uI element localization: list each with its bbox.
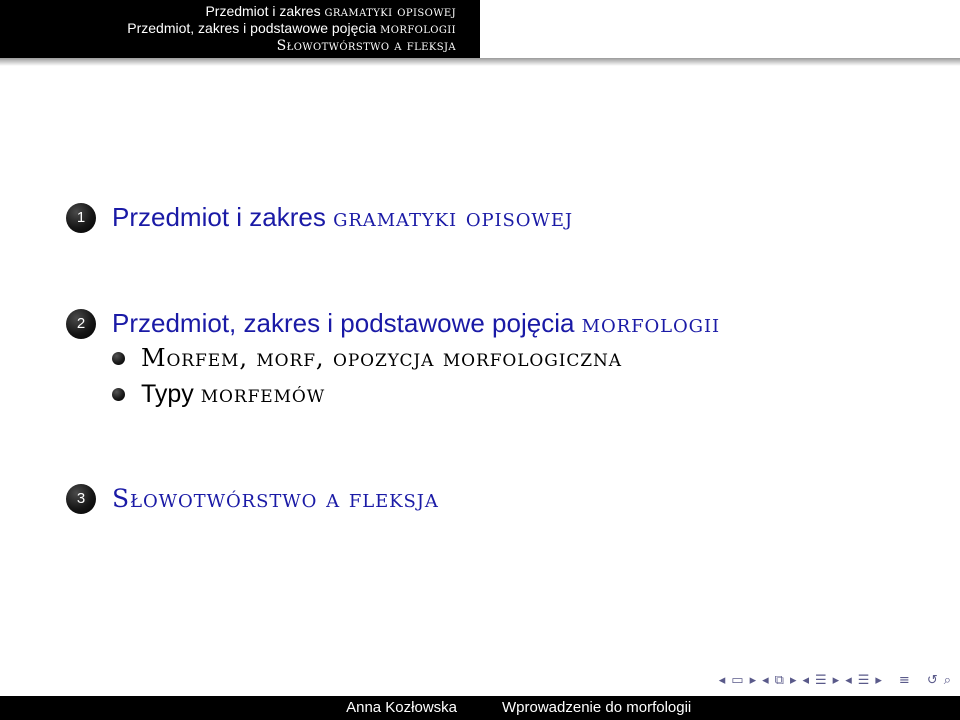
footer-bar: Anna Kozłowska Wprowadzenie do morfologi…	[0, 696, 960, 720]
outline-icon[interactable]: ≡	[899, 673, 910, 688]
section-title-smallcaps: gramatyki opisowej	[333, 203, 573, 232]
subsection-title: Morfem, morf, opozycja morfologiczna	[141, 344, 622, 373]
nav-right-arrow-icon[interactable]: ▸	[833, 673, 840, 688]
toc-section-1[interactable]: 1 Przedmiot i zakres gramatyki opisowej	[66, 202, 573, 233]
nav-left-arrow-icon[interactable]: ◂	[762, 673, 769, 688]
section-icon[interactable]: ☰	[858, 673, 870, 688]
footer-author: Anna Kozłowska	[346, 699, 457, 716]
nav-right-arrow-icon[interactable]: ▸	[790, 673, 797, 688]
section-title: Słowotwórstwo a fleksja	[112, 483, 439, 514]
section-title-smallcaps: Słowotwórstwo a fleksja	[112, 484, 439, 513]
slide-icon[interactable]: ▭	[731, 673, 743, 688]
section-title: Przedmiot, zakres i podstawowe pojęcia m…	[112, 308, 720, 339]
toc-section-3[interactable]: 3 Słowotwórstwo a fleksja	[66, 483, 439, 514]
footer-title: Wprowadzenie do morfologii	[502, 699, 692, 716]
section-number: 3	[76, 490, 86, 507]
nav-right-arrow-icon[interactable]: ▸	[875, 673, 882, 688]
section-title-smallcaps: morfologii	[581, 309, 720, 338]
toc-subsection-2-2[interactable]: Typy morfemów	[112, 380, 325, 409]
section-number: 1	[76, 209, 86, 226]
nav-left-arrow-icon[interactable]: ◂	[719, 673, 726, 688]
section-number-ball: 3	[66, 483, 96, 514]
section-number: 2	[76, 315, 86, 332]
section-title-text: Przedmiot, zakres i podstawowe pojęcia	[112, 308, 582, 338]
frame-icon[interactable]: ⧉	[775, 673, 784, 688]
section-title: Przedmiot i zakres gramatyki opisowej	[112, 202, 573, 233]
search-icon[interactable]: ⌕	[944, 673, 951, 688]
bullet-ball-icon	[112, 352, 125, 365]
navigation-symbols: ◂ ▭ ▸ ◂ ⧉ ▸ ◂ ☰ ▸ ◂ ☰ ▸ ≡ ↺ ⌕	[716, 668, 954, 692]
table-of-contents: 1 Przedmiot i zakres gramatyki opisowej …	[0, 0, 960, 660]
nav-left-arrow-icon[interactable]: ◂	[845, 673, 852, 688]
subsection-icon[interactable]: ☰	[815, 673, 827, 688]
footer-title-box: Wprowadzenie do morfologii	[480, 696, 960, 720]
footer-author-box: Anna Kozłowska	[0, 696, 480, 720]
subsection-title-smallcaps: morfemów	[200, 380, 326, 408]
subsection-title-smallcaps: Morfem, morf, opozycja morfologiczna	[141, 344, 622, 372]
section-number-ball: 2	[66, 308, 96, 339]
bullet-ball-icon	[112, 388, 125, 401]
section-title-text: Przedmiot i zakres	[112, 202, 334, 232]
subsection-title: Typy morfemów	[141, 380, 325, 409]
back-icon[interactable]: ↺	[927, 673, 938, 688]
toc-subsection-2-1[interactable]: Morfem, morf, opozycja morfologiczna	[112, 344, 622, 373]
section-number-ball: 1	[66, 202, 96, 233]
nav-left-arrow-icon[interactable]: ◂	[802, 673, 809, 688]
subsection-title-text: Typy	[141, 380, 201, 408]
toc-section-2[interactable]: 2 Przedmiot, zakres i podstawowe pojęcia…	[66, 308, 720, 339]
nav-right-arrow-icon[interactable]: ▸	[750, 673, 757, 688]
